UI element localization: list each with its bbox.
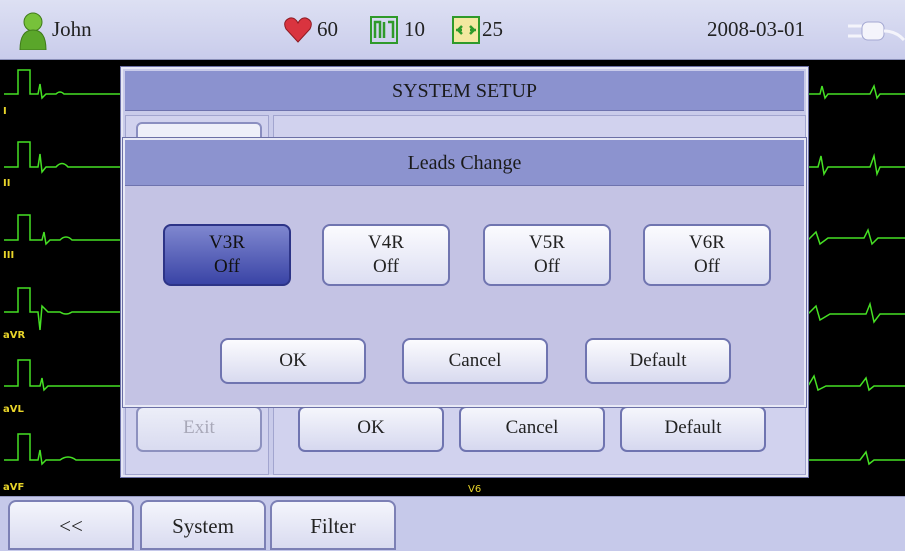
lead-option-state: Off (533, 256, 561, 277)
heart-rate-value: 60 (317, 17, 338, 41)
patient-name: John (52, 17, 92, 41)
power-plug-icon (848, 21, 905, 42)
lead-option-name: V6R (689, 232, 725, 253)
system-setup-title: SYSTEM SETUP (125, 71, 804, 111)
back-tab-button[interactable]: << (8, 500, 134, 550)
lead-label-avf: aVF (3, 482, 25, 493)
setup-ok-button[interactable]: OK (298, 406, 444, 452)
lead-count-icon (370, 16, 398, 44)
system-tab-button[interactable]: System (140, 500, 266, 550)
lead-option-state: Off (372, 256, 400, 277)
patient-icon (19, 12, 47, 50)
lead-option-name: V5R (529, 232, 565, 253)
lead-count-value: 10 (404, 17, 425, 41)
lead-label-v6: V6 (468, 484, 482, 495)
lead-option-name: V3R (209, 232, 245, 253)
lead-label-avl: aVL (3, 404, 24, 415)
lead-option-name: V4R (368, 232, 404, 253)
leads-default-button[interactable]: Default (585, 338, 731, 384)
leads-cancel-button[interactable]: Cancel (402, 338, 548, 384)
lead-option-state: Off (213, 256, 241, 277)
lead-option-v6r[interactable]: V6R Off (643, 224, 771, 286)
date-display: 2008-03-01 (707, 17, 805, 41)
setup-default-button[interactable]: Default (620, 406, 766, 452)
sample-count-icon (452, 16, 480, 44)
lead-label-avr: aVR (3, 330, 26, 341)
lead-label-iii: III (3, 250, 15, 261)
lead-option-v4r[interactable]: V4R Off (322, 224, 450, 286)
status-bar: John 60 10 25 2008-03-01 (0, 0, 905, 60)
sample-count-value: 25 (482, 17, 503, 41)
bottom-tab-bar: << System Filter (0, 496, 905, 551)
lead-option-v3r[interactable]: V3R Off (163, 224, 291, 286)
lead-label-i: I (3, 106, 7, 117)
filter-tab-button[interactable]: Filter (270, 500, 396, 550)
leads-ok-button[interactable]: OK (220, 338, 366, 384)
lead-label-ii: II (3, 178, 11, 189)
leads-change-dialog: Leads Change V3R Off V4R Off V5R Off V6R… (123, 138, 806, 407)
heart-icon (284, 17, 312, 43)
exit-button[interactable]: Exit (136, 406, 262, 452)
leads-change-title: Leads Change (125, 140, 804, 186)
setup-cancel-button[interactable]: Cancel (459, 406, 605, 452)
lead-option-v5r[interactable]: V5R Off (483, 224, 611, 286)
lead-option-state: Off (693, 256, 721, 277)
